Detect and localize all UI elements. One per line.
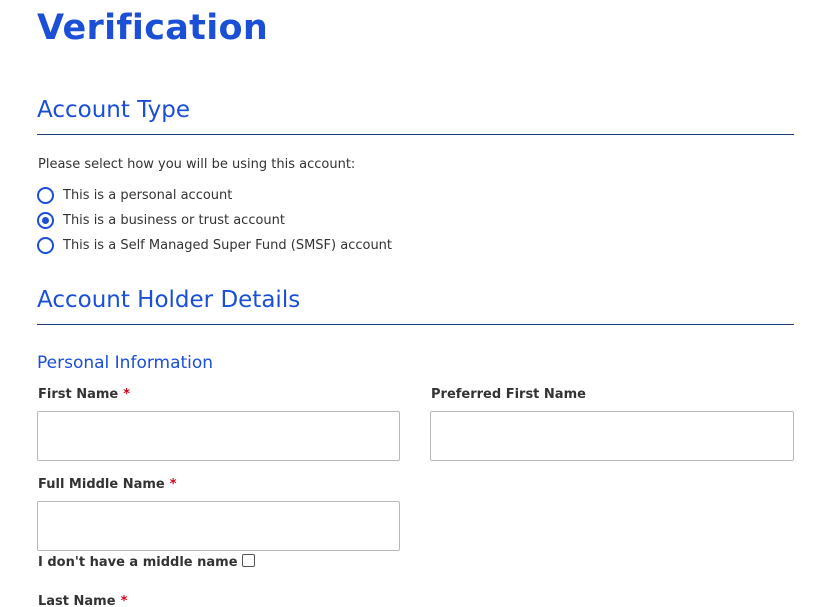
radio-label-business: This is a business or trust account xyxy=(63,213,286,228)
radio-button-personal[interactable] xyxy=(37,187,54,204)
last-name-label-text: Last Name xyxy=(38,594,116,607)
radio-option-smsf[interactable]: This is a Self Managed Super Fund (SMSF)… xyxy=(37,237,392,254)
verification-page: Verification Account Type Please select … xyxy=(0,0,837,607)
first-name-label-text: First Name xyxy=(38,387,119,402)
account-type-prompt: Please select how you will be using this… xyxy=(38,157,356,172)
first-name-input[interactable] xyxy=(37,411,400,461)
last-name-label: Last Name * xyxy=(38,594,127,607)
no-middle-name-label: I don't have a middle name xyxy=(38,555,238,570)
account-type-divider xyxy=(37,134,794,135)
preferred-first-name-label: Preferred First Name xyxy=(431,387,586,402)
preferred-first-name-label-text: Preferred First Name xyxy=(431,387,586,402)
account-holder-divider xyxy=(37,324,794,325)
required-asterisk: * xyxy=(169,477,177,492)
radio-selected-dot xyxy=(42,217,49,224)
radio-option-business[interactable]: This is a business or trust account xyxy=(37,212,285,229)
radio-label-smsf: This is a Self Managed Super Fund (SMSF)… xyxy=(63,238,393,253)
no-middle-name-row[interactable]: I don't have a middle name xyxy=(38,554,255,570)
radio-button-business[interactable] xyxy=(37,212,54,229)
account-type-heading: Account Type xyxy=(37,97,191,123)
personal-information-heading: Personal Information xyxy=(37,353,214,373)
preferred-first-name-input[interactable] xyxy=(430,411,794,461)
required-asterisk: * xyxy=(120,594,128,607)
required-asterisk: * xyxy=(123,387,131,402)
middle-name-input[interactable] xyxy=(37,501,400,551)
account-holder-heading: Account Holder Details xyxy=(37,287,301,313)
middle-name-label-text: Full Middle Name xyxy=(38,477,165,492)
radio-button-smsf[interactable] xyxy=(37,237,54,254)
radio-label-personal: This is a personal account xyxy=(63,188,233,203)
radio-option-personal[interactable]: This is a personal account xyxy=(37,187,232,204)
page-title: Verification xyxy=(37,8,269,48)
first-name-label: First Name * xyxy=(38,387,130,402)
no-middle-name-checkbox[interactable] xyxy=(241,554,255,567)
middle-name-label: Full Middle Name * xyxy=(38,477,177,492)
